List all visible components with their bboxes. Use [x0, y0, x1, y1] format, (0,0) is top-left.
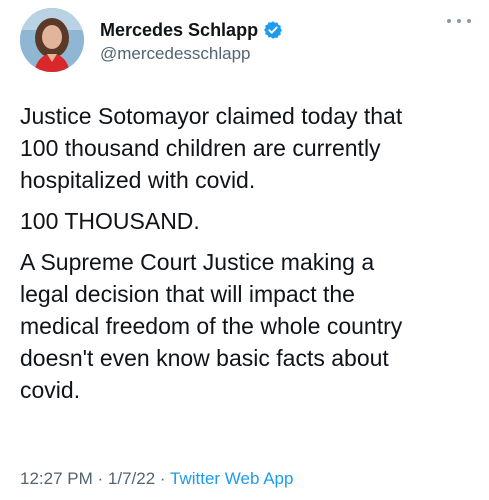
- tweet-card: Mercedes Schlapp @mercedesschlapp Justic…: [0, 0, 489, 500]
- author-handle[interactable]: @mercedesschlapp: [100, 44, 283, 64]
- more-dot: [447, 19, 451, 23]
- more-options-icon[interactable]: [447, 14, 471, 28]
- tweet-text: Justice Sotomayor claimed today that 100…: [20, 100, 480, 415]
- more-dot: [467, 19, 471, 23]
- tweet-header: Mercedes Schlapp @mercedesschlapp: [18, 8, 475, 76]
- avatar-image: [20, 8, 84, 72]
- tweet-paragraph: Justice Sotomayor claimed today that 100…: [20, 103, 403, 193]
- author-display-name[interactable]: Mercedes Schlapp: [100, 20, 258, 41]
- tweet-metadata: 12:27 PM · 1/7/22 · Twitter Web App: [20, 469, 293, 489]
- meta-separator: ·: [159, 469, 166, 488]
- author-names: Mercedes Schlapp @mercedesschlapp: [100, 18, 283, 64]
- tweet-paragraph: A Supreme Court Justice making a legal d…: [20, 249, 403, 403]
- avatar[interactable]: [20, 8, 84, 72]
- display-name-row: Mercedes Schlapp: [100, 18, 283, 42]
- verified-badge-icon: [263, 20, 283, 40]
- tweet-date[interactable]: 1/7/22: [108, 469, 155, 488]
- tweet-paragraph: 100 THOUSAND.: [20, 208, 200, 234]
- tweet-time[interactable]: 12:27 PM: [20, 469, 93, 488]
- meta-separator: ·: [97, 469, 104, 488]
- tweet-source-app[interactable]: Twitter Web App: [170, 469, 293, 488]
- more-dot: [457, 19, 461, 23]
